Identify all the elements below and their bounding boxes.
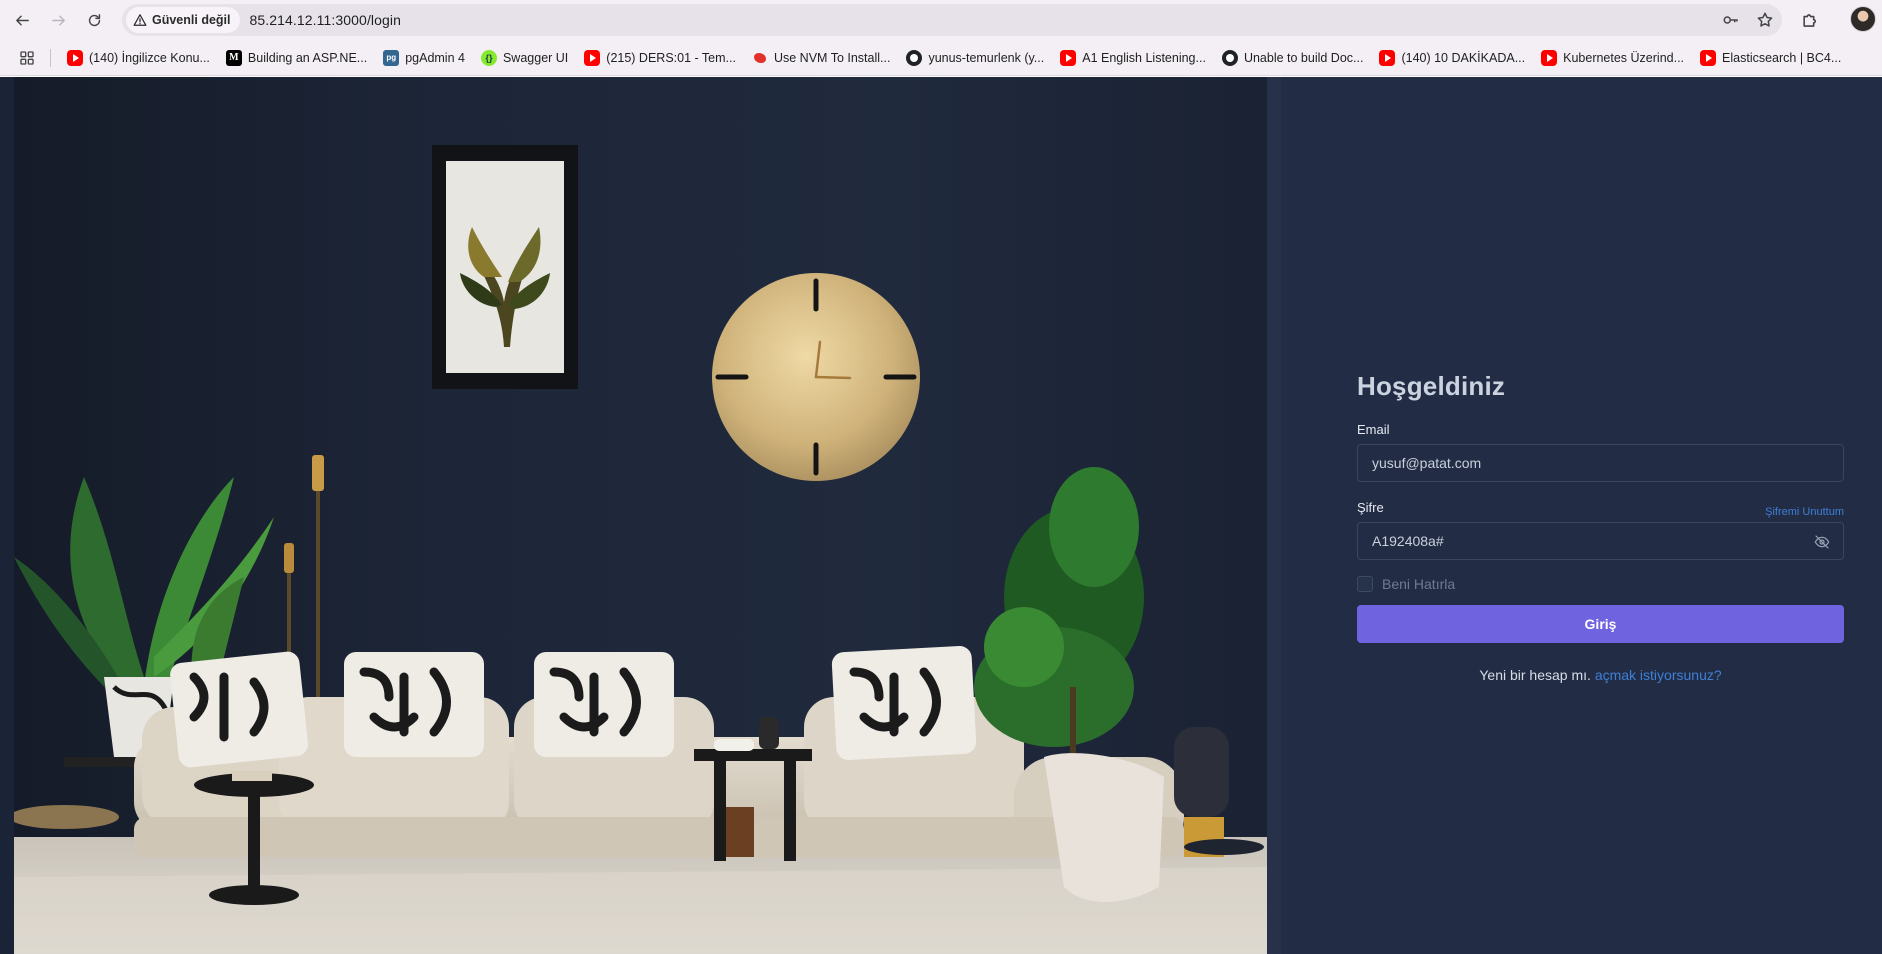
- bookmark-item[interactable]: pg pgAdmin 4: [375, 44, 473, 72]
- hero-left-margin: [0, 77, 14, 954]
- page-title: Hoşgeldiniz: [1357, 371, 1506, 401]
- swagger-icon: {}: [480, 49, 497, 66]
- signup-prompt: Yeni bir hesap mı. açmak istiyorsunuz?: [1357, 667, 1844, 683]
- browser-toolbar: Güvenli değil 85.214.12.11:3000/login: [0, 0, 1882, 40]
- warning-icon: [133, 14, 147, 26]
- url-text[interactable]: 85.214.12.11:3000/login: [250, 12, 402, 28]
- email-field[interactable]: [1358, 445, 1843, 481]
- bookmark-item[interactable]: (215) DERS:01 - Tem...: [576, 44, 744, 72]
- remember-me-row: Beni Hatırla: [1357, 576, 1844, 592]
- forward-button[interactable]: [40, 2, 76, 38]
- youtube-icon: [1541, 49, 1558, 66]
- hero-divider: [1267, 77, 1281, 954]
- bookmark-item[interactable]: {} Swagger UI: [473, 44, 576, 72]
- password-label-row: Şifre Şifremi Unuttum: [1357, 500, 1844, 522]
- bookmark-item[interactable]: (140) İngilizce Konu...: [59, 44, 218, 72]
- medium-icon: M: [225, 49, 242, 66]
- omnibox-actions: [1722, 4, 1774, 36]
- bookmarks-separator: [50, 48, 51, 67]
- remember-me-label: Beni Hatırla: [1382, 576, 1456, 592]
- security-label: Güvenli değil: [152, 13, 231, 27]
- eye-off-icon: [1814, 535, 1830, 549]
- bookmark-item[interactable]: (140) 10 DAKİKADA...: [1371, 44, 1533, 72]
- security-indicator[interactable]: Güvenli değil: [126, 7, 240, 33]
- bookmark-item[interactable]: Use NVM To Install...: [744, 44, 898, 72]
- arrow-right-icon: [51, 15, 65, 25]
- login-button[interactable]: Giriş: [1357, 605, 1844, 643]
- login-form: Hoşgeldiniz Email Şifre Şifremi Unuttum …: [1357, 371, 1844, 683]
- toggle-password-visibility[interactable]: [1813, 533, 1831, 551]
- pgadmin-icon: pg: [383, 49, 400, 66]
- email-field-wrapper: [1357, 444, 1844, 482]
- github-icon: [906, 49, 923, 66]
- github-icon: [1221, 49, 1238, 66]
- living-room-illustration: [14, 77, 1267, 954]
- nvm-icon: [752, 50, 768, 66]
- address-bar[interactable]: Güvenli değil 85.214.12.11:3000/login: [122, 4, 1782, 36]
- reload-icon: [88, 13, 100, 26]
- puzzle-icon: [1802, 13, 1816, 27]
- signup-link[interactable]: açmak istiyorsunuz?: [1595, 667, 1722, 683]
- password-field[interactable]: [1358, 523, 1843, 559]
- youtube-icon: [584, 49, 601, 66]
- extensions-button[interactable]: [1797, 7, 1823, 33]
- email-label: Email: [1357, 422, 1390, 437]
- back-button[interactable]: [4, 2, 40, 38]
- password-field-wrapper: [1357, 522, 1844, 560]
- apps-grid-icon: [20, 50, 34, 65]
- reload-button[interactable]: [76, 2, 112, 38]
- forgot-password-link[interactable]: Şifremi Unuttum: [1765, 506, 1844, 518]
- bookmark-item[interactable]: A1 English Listening...: [1052, 44, 1214, 72]
- bookmark-item[interactable]: Unable to build Doc...: [1214, 44, 1372, 72]
- apps-button[interactable]: [8, 44, 46, 72]
- youtube-icon: [1700, 49, 1717, 66]
- bookmark-star-icon[interactable]: [1756, 11, 1774, 29]
- bookmark-item[interactable]: yunus-temurlenk (y...: [898, 44, 1052, 72]
- hero-image: [14, 77, 1267, 954]
- bookmarks-bar: (140) İngilizce Konu... M Building an ASP…: [0, 40, 1882, 76]
- signup-prefix: Yeni bir hesap mı.: [1479, 667, 1591, 683]
- youtube-icon: [67, 49, 83, 66]
- youtube-icon: [1060, 49, 1077, 66]
- bookmark-item[interactable]: M Building an ASP.NE...: [218, 44, 375, 72]
- remember-me-checkbox[interactable]: [1357, 576, 1373, 592]
- password-label: Şifre: [1357, 500, 1384, 515]
- key-icon[interactable]: [1722, 11, 1740, 29]
- bookmark-item[interactable]: Kubernetes Üzerind...: [1533, 44, 1692, 72]
- youtube-icon: [1379, 49, 1396, 66]
- arrow-left-icon: [15, 15, 29, 25]
- profile-avatar[interactable]: [1850, 6, 1876, 32]
- bookmark-item[interactable]: Elasticsearch | BC4...: [1692, 44, 1849, 72]
